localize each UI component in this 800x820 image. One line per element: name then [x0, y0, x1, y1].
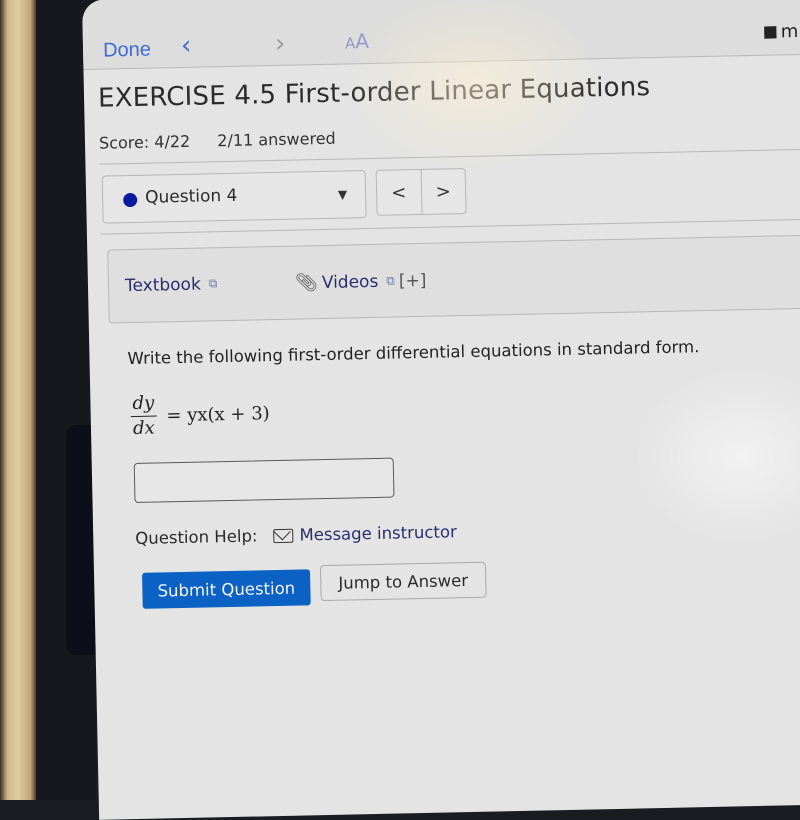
- jump-to-answer-button[interactable]: Jump to Answer: [319, 561, 487, 602]
- paperclip-icon: 📎︎: [294, 272, 319, 294]
- answer-input[interactable]: [133, 457, 395, 504]
- device-screen: Done ‹ › AA ■ m EXERCISE 4.5 First-order…: [82, 0, 800, 820]
- submit-question-button[interactable]: Submit Question: [142, 569, 311, 609]
- score-line: Score: 4/22 2/11 answered: [99, 129, 336, 153]
- equation-rhs: = yx(x + 3): [166, 403, 270, 427]
- divider: [99, 148, 800, 165]
- score-text: Score: 4/22: [98, 131, 191, 153]
- textbook-label: Textbook: [124, 274, 202, 297]
- external-link-icon: ⧉: [386, 273, 396, 288]
- next-question-button[interactable]: >: [421, 169, 465, 214]
- text-size-button[interactable]: AA: [345, 29, 369, 53]
- text-size-small: A: [344, 34, 356, 53]
- device-case-edge: [0, 0, 36, 800]
- browser-toolbar: Done ‹ › AA ■ m: [82, 0, 800, 70]
- fraction-numerator: dy: [130, 392, 157, 417]
- external-link-icon: ⧉: [208, 276, 218, 291]
- textbook-link[interactable]: Textbook ⧉: [124, 274, 218, 297]
- question-help: Question Help: Message instructor: [135, 522, 457, 548]
- question-status-dot-icon: [123, 192, 138, 208]
- answered-count: 2/11 answered: [217, 128, 336, 151]
- text-size-large: A: [354, 29, 370, 54]
- message-instructor-link[interactable]: Message instructor: [299, 522, 457, 544]
- equation: dy dx = yx(x + 3): [130, 390, 270, 441]
- derivative-fraction: dy dx: [130, 392, 157, 441]
- mail-icon: [273, 528, 294, 543]
- done-button[interactable]: Done: [103, 39, 151, 63]
- question-select-value: Question 4: [144, 185, 238, 208]
- videos-expand-button[interactable]: [+]: [399, 271, 427, 292]
- prev-question-button[interactable]: <: [376, 169, 423, 215]
- question-help-label: Question Help:: [135, 526, 258, 548]
- page-title: EXERCISE 4.5 First-order Linear Equation…: [97, 72, 651, 114]
- url-text[interactable]: m: [781, 21, 799, 42]
- question-prompt: Write the following first-order differen…: [127, 337, 700, 369]
- back-chevron-icon[interactable]: ‹: [181, 31, 192, 61]
- fraction-denominator: dx: [132, 417, 155, 439]
- lock-icon: ■: [762, 21, 779, 41]
- caret-down-icon: ▼: [337, 187, 348, 202]
- question-select[interactable]: Question 4 ▼: [101, 170, 367, 224]
- forward-chevron-icon[interactable]: ›: [275, 29, 286, 59]
- videos-label: Videos: [321, 271, 379, 294]
- screen-glare: [629, 364, 800, 549]
- resources-panel: Textbook ⧉ 📎︎ Videos ⧉ [+]: [107, 234, 800, 324]
- videos-link[interactable]: 📎︎ Videos ⧉ [+]: [295, 270, 427, 294]
- question-pager: < >: [375, 168, 467, 216]
